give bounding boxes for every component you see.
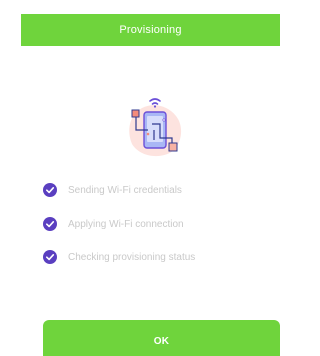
ok-button[interactable]: OK (43, 320, 280, 356)
step-label: Applying Wi-Fi connection (68, 218, 184, 230)
step-checking-status: Checking provisioning status (43, 249, 195, 265)
phone-wifi-provisioning-illustration (124, 82, 184, 170)
step-label: Checking provisioning status (68, 251, 196, 263)
step-label: Sending Wi-Fi credentials (68, 184, 182, 196)
dialog-title: Provisioning (21, 14, 280, 46)
check-circle-icon (43, 217, 57, 231)
provisioning-dialog: Provisioning Sending Wi-Fi credentials A… (21, 14, 280, 356)
step-sending-credentials: Sending Wi-Fi credentials (43, 182, 182, 198)
step-applying-connection: Applying Wi-Fi connection (43, 216, 184, 232)
check-circle-icon (43, 183, 57, 197)
check-circle-icon (43, 250, 57, 264)
